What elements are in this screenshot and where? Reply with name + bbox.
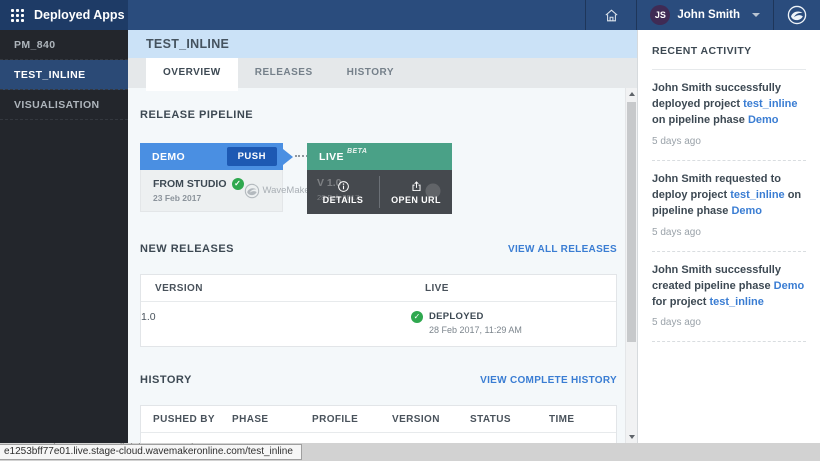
activity-item: John Smith successfully created pipeline… — [652, 252, 806, 343]
activity-timestamp: 5 days ago — [652, 317, 806, 328]
column-time: TIME — [549, 414, 616, 425]
release-status-block: DEPLOYED 28 Feb 2017, 11:29 AM — [429, 311, 522, 335]
sidebar-item-test-inline[interactable]: TEST_INLINE — [0, 60, 128, 90]
release-pipeline-section: RELEASE PIPELINE — [140, 109, 617, 121]
demo-source-label: FROM STUDIO — [153, 178, 227, 190]
live-card-body: V 1.0 28 Feb 2017 — [307, 170, 452, 214]
tab-history[interactable]: HISTORY — [330, 58, 411, 88]
history-section: HISTORY VIEW COMPLETE HISTORY — [140, 374, 617, 386]
vertical-scrollbar[interactable] — [625, 88, 637, 443]
column-phase: PHASE — [232, 414, 312, 425]
live-card-header: LIVE BETA — [307, 143, 452, 170]
home-icon[interactable] — [586, 7, 636, 24]
topbar-actions: JS John Smith — [585, 0, 820, 30]
scroll-up-arrow[interactable] — [626, 88, 637, 100]
demo-card-body: FROM STUDIO ✓ 23 Feb 2017 WaveMaker — [140, 170, 283, 212]
table-row: John Smith Live Live 1.0 Deployed 28 Feb… — [141, 433, 616, 443]
activity-item: John Smith successfully deployed project… — [652, 70, 806, 161]
info-icon — [337, 180, 350, 193]
status-link-preview: e1253bff77e01.live.stage-cloud.wavemaker… — [0, 444, 302, 460]
live-phase-card: LIVE BETA V 1.0 28 Feb 2017 — [307, 143, 452, 214]
pipeline-cards: DEMO PUSH FROM STUDIO ✓ 23 Feb 2017 — [140, 143, 617, 214]
column-live: LIVE — [425, 283, 616, 294]
tab-releases[interactable]: RELEASES — [238, 58, 330, 88]
beta-badge: BETA — [347, 148, 368, 155]
screen: Deployed Apps JS John Smith — [0, 0, 820, 461]
release-status-cell: ✓ DEPLOYED 28 Feb 2017, 11:29 AM — [411, 311, 616, 335]
main-panel: TEST_INLINE OVERVIEW RELEASES HISTORY RE… — [128, 30, 637, 443]
scroll-down-arrow[interactable] — [626, 431, 637, 443]
view-complete-history-link[interactable]: VIEW COMPLETE HISTORY — [480, 375, 617, 386]
activity-timestamp: 5 days ago — [652, 227, 806, 238]
app-brand: Deployed Apps — [0, 0, 128, 30]
wavemaker-brand-label: WaveMaker — [263, 185, 313, 196]
history-heading: HISTORY — [140, 374, 192, 386]
success-check-icon: ✓ — [232, 178, 244, 190]
activity-text: John Smith requested to deploy project t… — [652, 172, 806, 220]
push-button[interactable]: PUSH — [227, 147, 277, 166]
release-version: 1.0 — [141, 311, 411, 323]
activity-text: John Smith successfully deployed project… — [652, 81, 806, 129]
recent-activity-heading: RECENT ACTIVITY — [652, 30, 806, 70]
project-link[interactable]: test_inline — [743, 98, 797, 110]
scrollbar-thumb[interactable] — [627, 102, 636, 342]
details-button[interactable]: DETAILS — [307, 170, 379, 214]
column-profile: PROFILE — [312, 414, 392, 425]
new-releases-section: NEW RELEASES VIEW ALL RELEASES — [140, 243, 617, 255]
project-link[interactable]: test_inline — [730, 189, 784, 201]
history-table: PUSHED BY PHASE PROFILE VERSION STATUS T… — [140, 405, 617, 443]
user-name: John Smith — [677, 9, 740, 21]
user-menu[interactable]: JS John Smith — [637, 5, 773, 25]
open-url-button[interactable]: OPEN URL — [380, 170, 452, 214]
sidebar-item-pm-840[interactable]: PM_840 — [0, 30, 128, 60]
live-actions-overlay: DETAILS OPEN URL — [307, 170, 452, 214]
demo-card-header: DEMO PUSH — [140, 143, 283, 170]
wavemaker-logo-icon[interactable] — [774, 5, 820, 25]
activity-item: John Smith requested to deploy project t… — [652, 161, 806, 252]
page-title: TEST_INLINE — [128, 30, 637, 58]
new-releases-heading: NEW RELEASES — [140, 243, 234, 255]
view-all-releases-link[interactable]: VIEW ALL RELEASES — [508, 244, 617, 255]
avatar: JS — [650, 5, 670, 25]
live-phase-label: LIVE — [319, 151, 344, 163]
wavemaker-brand-mark: WaveMaker — [244, 183, 313, 199]
phase-link[interactable]: Demo — [774, 280, 805, 292]
apps-grid-icon[interactable] — [11, 9, 24, 22]
phase-link[interactable]: Demo — [731, 205, 762, 217]
app-title: Deployed Apps — [34, 8, 125, 22]
recent-activity-panel: RECENT ACTIVITY John Smith successfully … — [637, 30, 820, 443]
sidebar: PM_840 TEST_INLINE VISUALISATION — [0, 30, 128, 443]
column-version: VERSION — [155, 283, 425, 294]
open-external-icon — [410, 180, 423, 193]
deploy-time: 28 Feb 2017, 11:29 AM — [429, 325, 522, 335]
activity-timestamp: 5 days ago — [652, 136, 806, 147]
demo-date: 23 Feb 2017 — [153, 193, 244, 203]
tab-overview[interactable]: OVERVIEW — [146, 58, 238, 91]
table-header-row: PUSHED BY PHASE PROFILE VERSION STATUS T… — [141, 406, 616, 433]
column-status: STATUS — [470, 414, 549, 425]
bottom-bar: © WaveMaker Inc 2015. All rights reserve… — [0, 443, 820, 461]
activity-text: John Smith successfully created pipeline… — [652, 263, 806, 311]
demo-phase-card: DEMO PUSH FROM STUDIO ✓ 23 Feb 2017 — [140, 143, 283, 212]
wave-icon — [244, 183, 260, 199]
chevron-down-icon — [752, 13, 760, 17]
demo-phase-label: DEMO — [152, 151, 185, 163]
column-pushed-by: PUSHED BY — [153, 414, 232, 425]
pipeline-arrow — [283, 149, 293, 165]
sidebar-item-visualisation[interactable]: VISUALISATION — [0, 90, 128, 120]
deployed-check-icon: ✓ — [411, 311, 423, 323]
status-badge: DEPLOYED — [429, 311, 522, 322]
demo-source-block: FROM STUDIO ✓ 23 Feb 2017 — [153, 178, 244, 203]
activity-separator — [652, 341, 806, 342]
new-releases-table: VERSION LIVE 1.0 ✓ DEPLOYED 28 Feb 2017,… — [140, 274, 617, 347]
column-version: VERSION — [392, 414, 470, 425]
phase-link[interactable]: Demo — [748, 114, 779, 126]
topbar: Deployed Apps JS John Smith — [0, 0, 820, 30]
table-header-row: VERSION LIVE — [141, 275, 616, 302]
project-link[interactable]: test_inline — [709, 296, 763, 308]
table-row: 1.0 ✓ DEPLOYED 28 Feb 2017, 11:29 AM — [141, 302, 616, 346]
overview-content: RELEASE PIPELINE DEMO PUSH FROM STUDIO ✓ — [128, 88, 625, 443]
release-pipeline-heading: RELEASE PIPELINE — [140, 109, 253, 121]
tabstrip: OVERVIEW RELEASES HISTORY — [128, 58, 637, 88]
